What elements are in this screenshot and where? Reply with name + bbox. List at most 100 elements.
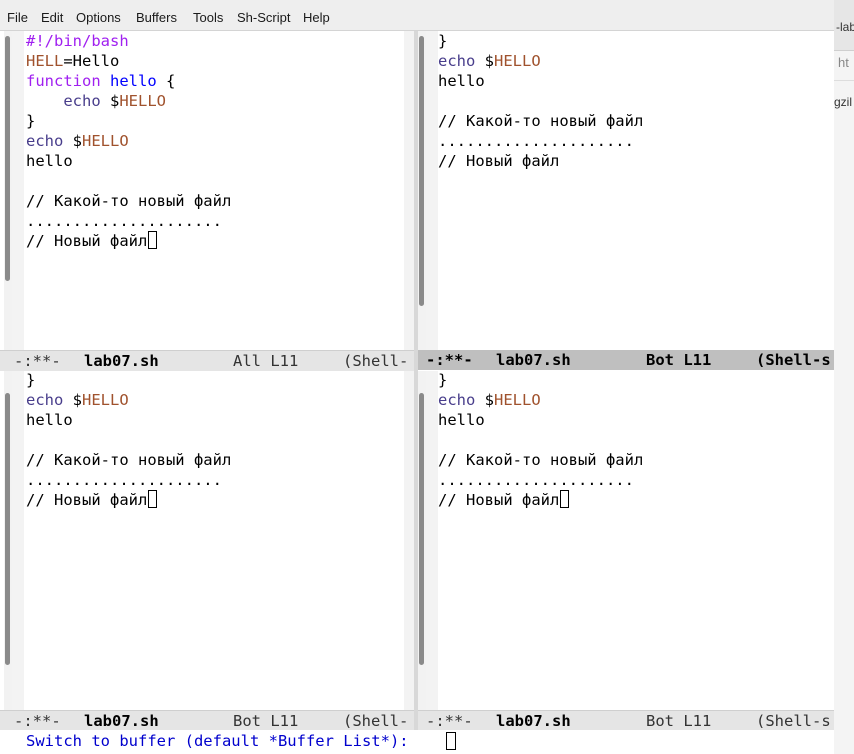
minibuffer-prompt: Switch to buffer (default *Buffer List*)… bbox=[26, 732, 418, 750]
buffer-name[interactable]: lab07.sh bbox=[496, 711, 571, 731]
left-fringe bbox=[12, 31, 24, 350]
background-url-text: ht bbox=[838, 55, 849, 70]
mode-flags: -:**- bbox=[426, 712, 473, 730]
window-bottom-left[interactable]: } echo $HELLO hello // Какой-то новый фа… bbox=[0, 371, 414, 710]
window-top-right[interactable]: } echo $HELLO hello // Какой-то новый фа… bbox=[418, 31, 834, 350]
scrollbar-thumb[interactable] bbox=[419, 393, 424, 665]
major-mode[interactable]: (Shell- bbox=[343, 351, 408, 371]
menu-buffers[interactable]: Buffers bbox=[136, 10, 177, 25]
window-top-left[interactable]: #!/bin/bash HELL=Hello function hello { … bbox=[0, 31, 414, 350]
dots-text: ..................... bbox=[438, 132, 634, 150]
code-line-11: // Новый файл bbox=[26, 231, 158, 251]
mode-flags: -:**- bbox=[426, 351, 473, 369]
minibuffer[interactable]: Switch to buffer (default *Buffer List*)… bbox=[0, 730, 834, 754]
code-line-3: function hello { bbox=[26, 71, 175, 91]
code-line-7: hello bbox=[438, 71, 485, 91]
scrollbar-bottom-right[interactable] bbox=[418, 371, 426, 710]
comment-text: // Какой-то новый файл bbox=[438, 451, 644, 469]
builtin-echo: echo bbox=[26, 391, 64, 409]
mode-line-top-right[interactable]: -:**- lab07.sh Bot L11 (Shell-s bbox=[418, 350, 834, 370]
code-line-6: echo $HELLO bbox=[438, 51, 541, 71]
function-name: hello bbox=[110, 72, 157, 90]
builtin-echo: echo bbox=[26, 132, 64, 150]
dots-text: ..................... bbox=[26, 471, 222, 489]
dollar-sign: $ bbox=[63, 132, 82, 150]
command-text: hello bbox=[26, 152, 73, 170]
window-bottom-right[interactable]: } echo $HELLO hello // Какой-то новый фа… bbox=[418, 371, 834, 710]
buffer-position: All L11 bbox=[233, 352, 299, 370]
menu-file[interactable]: File bbox=[7, 10, 28, 25]
left-fringe bbox=[426, 31, 438, 350]
brace-close: } bbox=[26, 371, 36, 389]
buffer-position: Bot L11 bbox=[646, 712, 712, 730]
code-line-9: // Какой-то новый файл bbox=[438, 450, 643, 470]
major-mode[interactable]: (Shell-s bbox=[756, 350, 831, 370]
comment-text: // Какой-то новый файл bbox=[438, 112, 644, 130]
menu-bar: File Edit Options Buffers Tools Sh-Scrip… bbox=[0, 6, 834, 31]
code-line-4: echo $HELLO bbox=[26, 91, 166, 111]
text-area[interactable]: } echo $HELLO hello // Какой-то новый фа… bbox=[438, 371, 834, 710]
left-fringe bbox=[426, 371, 438, 710]
comment-text: // Какой-то новый файл bbox=[26, 192, 232, 210]
left-fringe bbox=[12, 371, 24, 710]
menu-help[interactable]: Help bbox=[303, 10, 330, 25]
code-line-5: } bbox=[26, 371, 35, 390]
code-line-9: // Какой-то новый файл bbox=[26, 191, 231, 211]
buffer-position: Bot L11 bbox=[646, 351, 712, 369]
mode-line-bottom-right[interactable]: -:**- lab07.sh Bot L11 (Shell-s bbox=[418, 710, 834, 731]
code-line-5: } bbox=[438, 31, 447, 51]
minibuffer-input-cursor[interactable] bbox=[446, 732, 456, 750]
code-line-6: echo $HELLO bbox=[438, 390, 541, 410]
code-line-9: // Какой-то новый файл bbox=[26, 450, 231, 470]
text-area[interactable]: } echo $HELLO hello // Какой-то новый фа… bbox=[438, 31, 834, 350]
code-line-6: echo $HELLO bbox=[26, 390, 129, 410]
buffer-name[interactable]: lab07.sh bbox=[84, 711, 159, 731]
code-line-7: hello bbox=[26, 410, 73, 430]
background-browser-window: -lab ht gzil bbox=[834, 0, 854, 754]
brace-open: { bbox=[156, 72, 176, 90]
background-bookmark-text: gzil bbox=[834, 95, 853, 109]
dots-text: ..................... bbox=[438, 471, 634, 489]
text-area[interactable]: #!/bin/bash HELL=Hello function hello { … bbox=[24, 31, 404, 350]
variable-reference: HELLO bbox=[119, 92, 166, 110]
menu-edit[interactable]: Edit bbox=[41, 10, 63, 25]
text-cursor bbox=[560, 490, 570, 508]
menu-options[interactable]: Options bbox=[76, 10, 121, 25]
text-area[interactable]: } echo $HELLO hello // Какой-то новый фа… bbox=[24, 371, 404, 710]
buffer-name[interactable]: lab07.sh bbox=[84, 351, 159, 371]
code-line-11: // Новый файл bbox=[438, 151, 559, 171]
menu-tools[interactable]: Tools bbox=[193, 10, 223, 25]
code-line-1: #!/bin/bash bbox=[26, 31, 129, 51]
major-mode[interactable]: (Shell- bbox=[343, 711, 408, 731]
scrollbar-thumb[interactable] bbox=[5, 36, 10, 281]
background-tab-label: -lab bbox=[836, 20, 854, 34]
scrollbar-top-left[interactable] bbox=[4, 31, 12, 350]
buffer-name[interactable]: lab07.sh bbox=[496, 350, 571, 370]
scrollbar-thumb[interactable] bbox=[5, 393, 10, 665]
emacs-frame: File Edit Options Buffers Tools Sh-Scrip… bbox=[0, 0, 834, 754]
variable-name: HELL bbox=[26, 52, 64, 70]
buffer-position: Bot L11 bbox=[233, 712, 299, 730]
menu-sh-script[interactable]: Sh-Script bbox=[237, 10, 290, 25]
variable-reference: HELLO bbox=[82, 132, 129, 150]
mode-line-bottom-left[interactable]: -:**- lab07.sh Bot L11 (Shell- bbox=[0, 710, 414, 731]
mode-flags: -:**- bbox=[14, 712, 61, 730]
scrollbar-bottom-left[interactable] bbox=[4, 371, 12, 710]
dollar-sign: $ bbox=[63, 391, 82, 409]
variable-reference: HELLO bbox=[494, 52, 541, 70]
text-cursor bbox=[148, 490, 158, 508]
mode-line-top-left[interactable]: -:**- lab07.sh All L11 (Shell- bbox=[0, 350, 414, 371]
command-text: hello bbox=[26, 411, 73, 429]
operator: = bbox=[63, 52, 73, 70]
background-separator bbox=[834, 80, 854, 81]
comment-text: // Новый файл bbox=[26, 491, 148, 509]
dollar-sign: $ bbox=[475, 52, 494, 70]
keyword-function: function bbox=[26, 72, 101, 90]
scrollbar-top-right[interactable] bbox=[418, 31, 426, 350]
major-mode[interactable]: (Shell-s bbox=[756, 711, 831, 731]
code-line-10: ..................... bbox=[26, 470, 222, 490]
code-line-9: // Какой-то новый файл bbox=[438, 111, 643, 131]
scrollbar-thumb[interactable] bbox=[419, 36, 424, 306]
variable-reference: HELLO bbox=[494, 391, 541, 409]
